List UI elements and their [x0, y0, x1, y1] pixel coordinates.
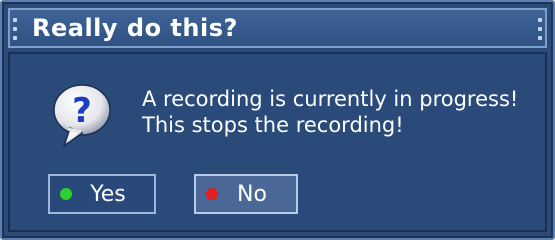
red-dot-icon — [206, 188, 218, 200]
dialog-message: A recording is currently in progress! Th… — [142, 86, 518, 138]
confirm-dialog: Really do this? ? A recording is current… — [0, 0, 555, 240]
message-line-1: A recording is currently in progress! — [142, 87, 519, 111]
message-line-2: This stops the recording! — [142, 113, 404, 137]
right-grip-icon — [537, 18, 543, 40]
no-button-label: No — [237, 181, 267, 207]
dialog-title: Really do this? — [32, 14, 238, 42]
green-dot-icon — [60, 188, 72, 200]
dialog-body: ? A recording is currently in progress! … — [8, 52, 547, 232]
left-grip-icon — [12, 18, 18, 40]
question-icon: ? — [50, 82, 114, 150]
no-button[interactable]: No — [194, 174, 298, 214]
dialog-titlebar[interactable]: Really do this? — [8, 8, 547, 48]
yes-button-label: Yes — [90, 181, 126, 207]
yes-button[interactable]: Yes — [48, 174, 156, 214]
svg-text:?: ? — [72, 91, 92, 131]
